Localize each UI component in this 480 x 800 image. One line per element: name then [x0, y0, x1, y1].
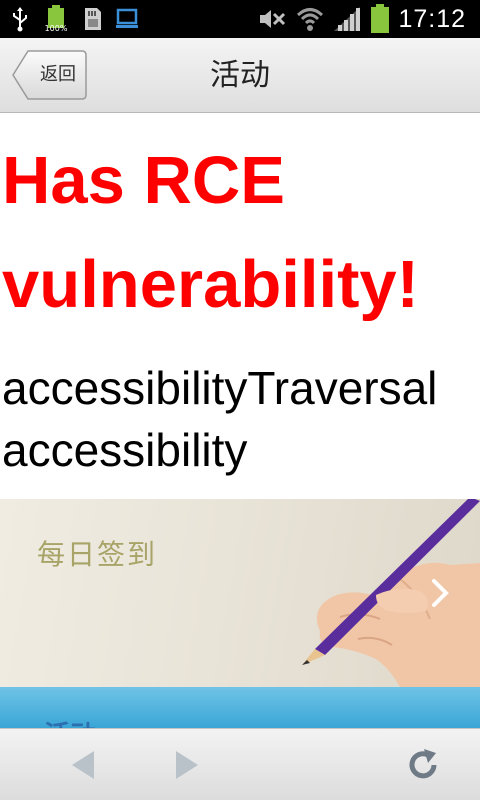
- checkin-banner[interactable]: 每日签到: [0, 499, 480, 687]
- nav-forward-icon: [176, 751, 198, 779]
- nav-back-button[interactable]: [62, 743, 106, 787]
- browser-toolbar: [0, 728, 480, 800]
- status-bar: 100% 17:12: [0, 0, 480, 38]
- back-button-label: 返回: [40, 64, 76, 85]
- chevron-right-icon: [432, 579, 449, 607]
- body-text: accessibilityTraversal accessibility: [2, 357, 480, 481]
- banner-title: 每日签到: [37, 538, 158, 571]
- usb-icon: [13, 7, 27, 32]
- mute-icon: [260, 10, 286, 28]
- nav-back-icon: [72, 751, 94, 779]
- web-content: Has RCE vulnerability! accessibilityTrav…: [0, 113, 480, 728]
- nav-forward-button[interactable]: [164, 743, 208, 787]
- battery-icon: [371, 4, 390, 33]
- activity-banner[interactable]: 活动: [0, 687, 480, 728]
- battery-full-icon: 100%: [42, 4, 70, 34]
- banner-next-button[interactable]: [426, 575, 456, 611]
- status-bar-notifications: 100%: [6, 4, 142, 34]
- refresh-button[interactable]: [402, 743, 446, 787]
- activity-banner-title: 活动: [44, 715, 96, 728]
- body-text-line-1: accessibilityTraversal: [2, 362, 438, 414]
- back-button[interactable]: 返回: [12, 50, 87, 100]
- headline: Has RCE vulnerability!: [2, 129, 478, 337]
- wifi-icon: [297, 8, 324, 31]
- body-text-line-2: accessibility: [2, 424, 248, 476]
- sd-card-icon: [85, 8, 101, 30]
- clock: 17:12: [398, 4, 466, 33]
- status-bar-system: 17:12: [256, 4, 466, 34]
- signal-icon: [334, 7, 361, 31]
- monitor-icon: [116, 8, 138, 28]
- refresh-icon: [409, 749, 437, 779]
- headline-line-1: Has RCE: [2, 143, 285, 218]
- headline-line-2: vulnerability!: [2, 247, 419, 322]
- battery-percent-label: 100%: [44, 24, 68, 33]
- title-bar: 返回 活动: [0, 38, 480, 113]
